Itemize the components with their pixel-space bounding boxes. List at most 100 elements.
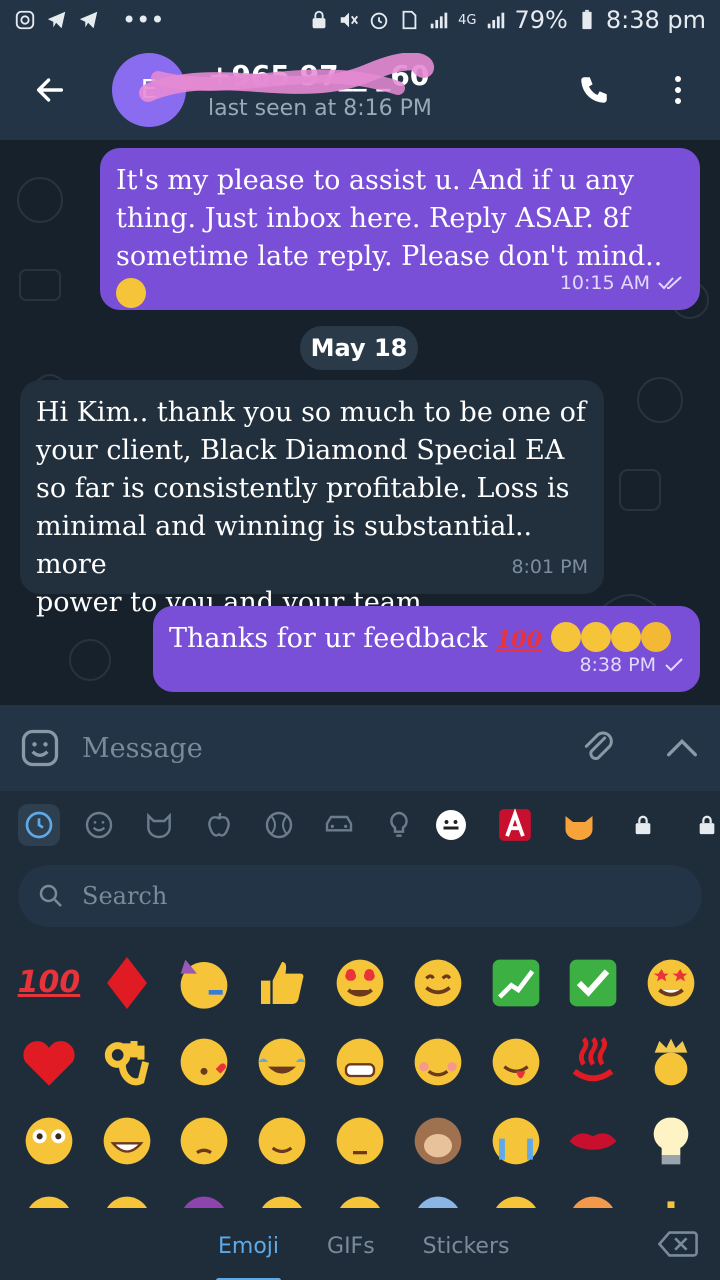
kiss-heart-icon[interactable] [166,1022,244,1101]
emoji-panel: Search 100 Emoji GIFs Stickers [0,791,720,1280]
food-category-icon[interactable] [198,804,240,846]
emoji-row [10,1180,710,1208]
date-divider: May 18 [300,326,418,370]
message-time: 8:01 PM [511,556,588,578]
chat-header: E +965 97__ _60 last seen at 8:16 PM [0,40,720,140]
grin-icon[interactable] [321,1022,399,1101]
chevron-up-icon[interactable] [662,728,702,768]
search-input[interactable]: Search [82,882,167,910]
emoji-row [10,1101,710,1180]
backspace-button[interactable] [657,1229,698,1263]
message-input-bar: Message [0,705,720,791]
phone-icon [581,77,607,103]
telegram-icon [79,11,98,29]
crying-icon[interactable] [477,1101,555,1180]
double-check-icon [658,276,682,290]
sim-icon [402,10,417,30]
red-heart-icon[interactable] [10,1022,88,1101]
travel-category-icon[interactable] [318,804,360,846]
lips-icon[interactable] [554,1101,632,1180]
redaction-scribble [139,53,435,102]
animal-category-icon[interactable] [138,804,180,846]
backspace-icon [657,1231,698,1257]
hundred-points-icon[interactable]: 100 [10,943,88,1022]
back-button[interactable] [0,40,100,140]
emoji-pack-2-icon[interactable] [494,804,536,846]
hundred-points-icon: 100 [495,627,542,653]
thumbs-up-icon[interactable] [243,943,321,1022]
more-notifications-icon: ••• [122,6,165,34]
locked-pack-1-icon[interactable] [622,804,664,846]
tab-gifs[interactable]: GIFs [327,1234,375,1259]
message-bubble-incoming[interactable]: Hi Kim.. thank you so much to be one of … [20,380,604,618]
signal-icon [430,12,448,29]
emoji-pack-3-icon[interactable] [558,804,600,846]
emoji-search[interactable]: Search [18,865,702,927]
emoji-cell-icon[interactable] [554,1180,632,1208]
message-meta: 10:15 AM [560,264,684,302]
flushed-icon[interactable] [10,1101,88,1180]
emoji-cell-icon[interactable] [399,1180,477,1208]
emoji-cell-icon[interactable] [88,1180,166,1208]
emoji-grid: 100 [10,943,710,1208]
wink-tongue-icon[interactable] [477,1022,555,1101]
emoji-cell-icon[interactable] [477,1180,555,1208]
message-bubble-outgoing[interactable]: It's my please to assist u. And if u any… [100,148,700,310]
message-text: Hi Kim.. thank you so much to be one of … [36,397,586,618]
tab-emoji[interactable]: Emoji [215,1234,282,1280]
ok-hand-icon[interactable] [88,1022,166,1101]
message-bubble-outgoing[interactable]: Thanks for ur feedback 100 8:38 PM [153,606,700,692]
pensive-icon[interactable] [166,1101,244,1180]
emoji-panel-tabs: Emoji GIFs Stickers [0,1212,720,1280]
message-meta: 8:38 PM [579,646,684,684]
more-menu-button[interactable] [636,40,720,140]
contact-info[interactable]: +965 97__ _60 last seen at 8:16 PM [139,53,435,121]
emoji-cell-icon[interactable] [243,1180,321,1208]
hot-springs-icon[interactable] [554,1022,632,1101]
instagram-icon [15,10,35,30]
emoji-cell-icon[interactable] [10,1180,88,1208]
call-button[interactable] [552,40,636,140]
check-icon [665,658,683,672]
activity-category-icon[interactable] [258,804,300,846]
battery-percent: 79% [514,6,568,34]
wink-icon[interactable] [243,1101,321,1180]
blush-icon[interactable] [399,1022,477,1101]
hundred-label: 100 [17,965,81,1000]
diamond-icon[interactable] [88,943,166,1022]
locked-pack-2-icon[interactable] [686,804,720,846]
objects-category-icon[interactable] [378,804,420,846]
see-no-evil-icon[interactable] [399,1101,477,1180]
network-type: 4G [458,12,477,28]
smile-icon[interactable] [399,943,477,1022]
heart-eyes-icon[interactable] [321,943,399,1022]
emoji-categories [0,797,720,853]
lock-icon [312,10,326,29]
telegram-icon [47,11,66,29]
emoji-cell-icon[interactable] [166,1180,244,1208]
unamused-icon[interactable] [321,1101,399,1180]
message-time: 10:15 AM [559,272,650,294]
recent-category-icon[interactable] [18,804,60,846]
grin-big-icon[interactable] [88,1101,166,1180]
yen-chart-icon[interactable] [477,943,555,1022]
chat-area[interactable]: It's my please to assist u. And if u any… [0,140,720,705]
emoji-cell-icon[interactable] [632,1180,710,1208]
check-box-icon[interactable] [554,943,632,1022]
attach-icon[interactable] [578,728,618,768]
more-vertical-icon [675,76,681,104]
tab-stickers[interactable]: Stickers [423,1234,510,1259]
partying-face-icon[interactable] [166,943,244,1022]
emoji-cell-icon[interactable] [321,1180,399,1208]
partying-face-icon [550,621,581,652]
emoji-pack-1-icon[interactable] [430,804,472,846]
crown-man-icon[interactable] [632,1022,710,1101]
message-input[interactable]: Message [82,733,578,764]
bulb-icon[interactable] [632,1101,710,1180]
tears-of-joy-icon[interactable] [243,1022,321,1101]
smiley-category-icon[interactable] [78,804,120,846]
emoji-keyboard-icon[interactable] [18,726,62,770]
star-struck-icon[interactable] [632,943,710,1022]
status-bar: ••• 4G 79% 8:38 pm [0,0,720,40]
mute-icon [340,12,359,28]
